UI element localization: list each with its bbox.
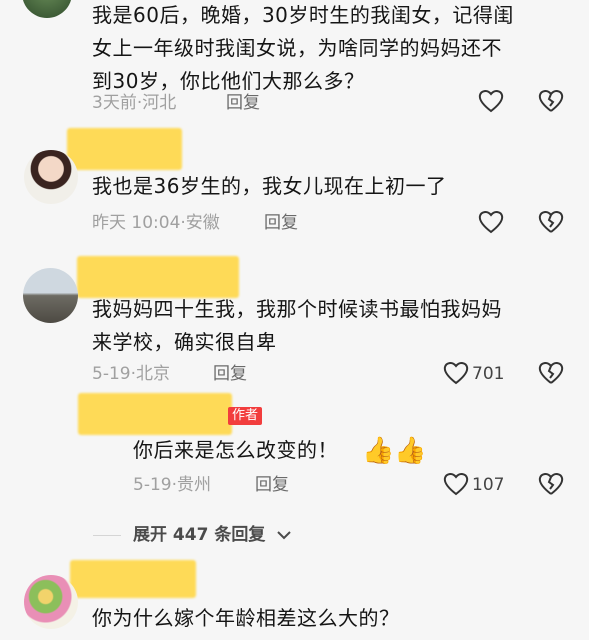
username-redacted [67, 128, 182, 170]
like-count: 701 [472, 364, 505, 384]
reply-button[interactable]: 回复 [213, 363, 247, 385]
comment-text: 我是60后，晚婚，30岁时生的我闺女，记得闺 女上一年级时我闺女说，为啥同学的妈… [92, 3, 514, 93]
expand-replies-button[interactable]: 展开 447 条回复 [133, 524, 265, 546]
avatar[interactable] [24, 575, 78, 629]
chevron-down-icon[interactable] [276, 528, 292, 542]
avatar[interactable] [23, 268, 78, 323]
expand-divider [93, 535, 121, 536]
comment-meta: 5-19·北京 [92, 364, 170, 384]
comment-text: 我也是36岁生的，我女儿现在上初一了 [92, 174, 447, 198]
username-redacted [77, 256, 239, 298]
username-redacted [78, 393, 232, 435]
avatar[interactable] [24, 150, 78, 204]
comment-text: 你为什么嫁个年龄相差这么大的？ [92, 606, 400, 630]
author-badge: 作者 [228, 407, 263, 425]
avatar[interactable] [22, 0, 72, 18]
heart-outline-icon[interactable] [478, 89, 504, 113]
heart-outline-icon[interactable] [443, 361, 469, 385]
reply-text: 你后来是怎么改变的！ [133, 438, 338, 462]
broken-heart-icon[interactable] [538, 89, 564, 113]
broken-heart-icon[interactable] [538, 472, 564, 496]
broken-heart-icon[interactable] [538, 210, 564, 234]
reply-button[interactable]: 回复 [264, 212, 298, 234]
heart-outline-icon[interactable] [478, 210, 504, 234]
comment-meta: 3天前·河北 [92, 93, 177, 113]
reply-button[interactable]: 回复 [255, 474, 289, 496]
reply-button[interactable]: 回复 [226, 92, 260, 114]
comment-meta: 昨天 10:04·安徽 [92, 213, 220, 233]
like-count: 107 [472, 475, 505, 495]
heart-outline-icon[interactable] [443, 472, 469, 496]
reply-meta: 5-19·贵州 [133, 475, 211, 495]
thumbs-up-icon: 👍👍 [362, 436, 427, 466]
username-redacted [70, 560, 196, 598]
comment-text: 我妈妈四十生我，我那个时候读书最怕我妈妈 来学校，确实很自卑 [92, 297, 502, 354]
broken-heart-icon[interactable] [538, 361, 564, 385]
